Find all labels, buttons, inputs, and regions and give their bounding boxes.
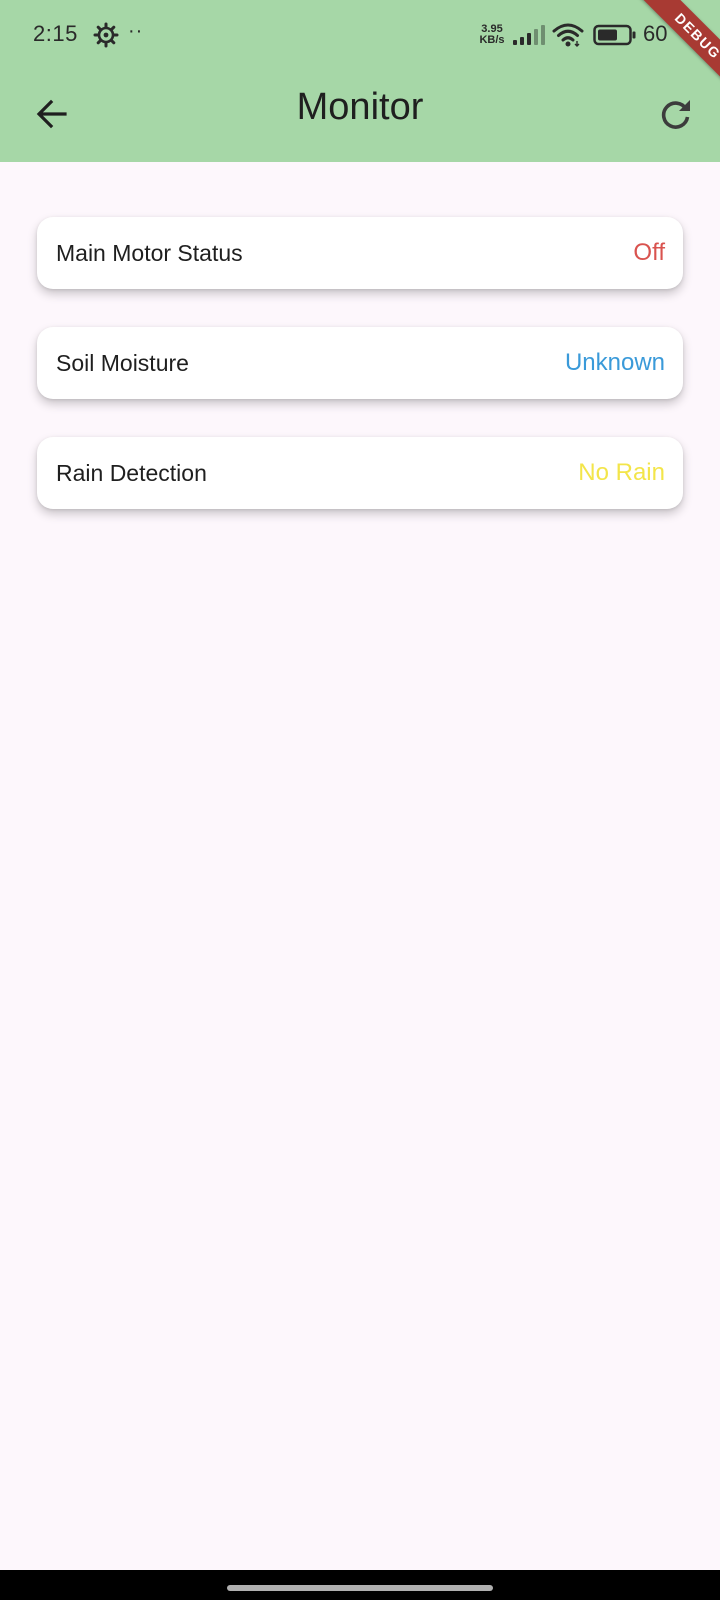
- header: 2:15 ·· 3.95 KB/s 60 DEBUG Monitor: [0, 0, 720, 162]
- refresh-icon: [661, 100, 690, 129]
- battery-percent: 60: [643, 21, 668, 46]
- card-main-motor-status: Main Motor Status Off: [37, 217, 683, 289]
- network-speed: 3.95 KB/s: [474, 24, 510, 46]
- status-time: 2:15: [33, 21, 78, 46]
- card-soil-moisture: Soil Moisture Unknown: [37, 327, 683, 399]
- settings-gear-icon: [93, 22, 119, 48]
- home-indicator[interactable]: [227, 1585, 493, 1591]
- card-value: Unknown: [564, 349, 665, 376]
- network-speed-unit: KB/s: [479, 34, 505, 46]
- app-bar: Monitor: [0, 72, 720, 162]
- card-label: Rain Detection: [56, 460, 207, 486]
- wifi-icon: [552, 23, 584, 47]
- card-label: Soil Moisture: [56, 350, 189, 376]
- notification-dots: ··: [128, 20, 144, 42]
- battery-icon: [593, 24, 636, 46]
- status-bar: 2:15 ·· 3.95 KB/s 60: [0, 0, 720, 72]
- refresh-button[interactable]: [650, 88, 702, 140]
- card-rain-detection: Rain Detection No Rain: [37, 437, 683, 509]
- page-title: Monitor: [296, 86, 424, 128]
- cellular-signal-icon: [513, 25, 545, 45]
- card-value: Off: [633, 239, 665, 266]
- card-label: Main Motor Status: [56, 240, 243, 266]
- navigation-bar: [0, 1570, 720, 1600]
- card-value: No Rain: [578, 459, 665, 486]
